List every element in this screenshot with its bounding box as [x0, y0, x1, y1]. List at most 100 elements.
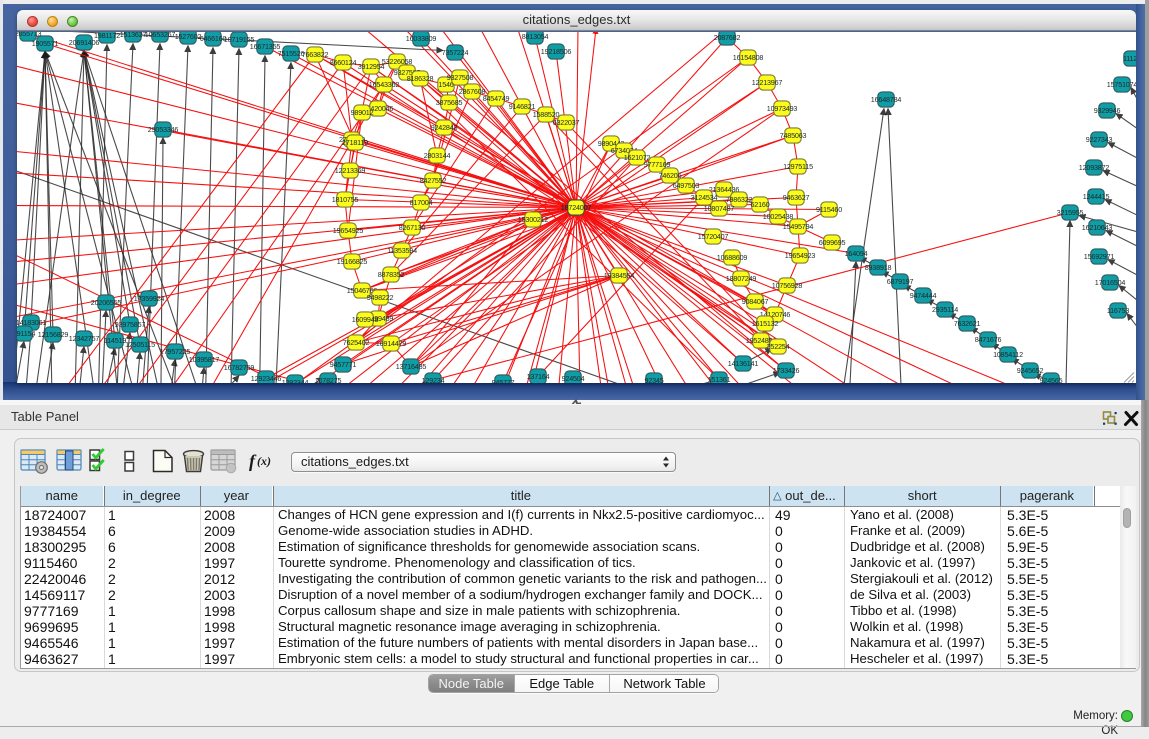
svg-text:62160: 62160	[751, 199, 770, 208]
svg-text:1609948: 1609948	[352, 314, 379, 323]
svg-text:16154808: 16154808	[733, 52, 764, 61]
svg-text:19654923: 19654923	[785, 250, 816, 259]
svg-text:6466160: 6466160	[200, 33, 227, 42]
svg-text:f: f	[249, 451, 257, 471]
svg-text:1733426: 1733426	[773, 365, 800, 374]
svg-text:9498222: 9498222	[367, 292, 394, 301]
svg-text:924504: 924504	[562, 373, 585, 382]
svg-text:1292344: 1292344	[282, 377, 309, 382]
svg-text:16033809: 16033809	[406, 33, 437, 42]
svg-text:164094: 164094	[845, 248, 868, 257]
svg-text:93975857: 93975857	[115, 319, 146, 328]
svg-text:116753: 116753	[1107, 305, 1129, 314]
svg-text:2087682: 2087682	[714, 32, 741, 41]
svg-text:15495794: 15495794	[783, 221, 814, 230]
svg-text:7632621: 7632621	[954, 318, 981, 327]
svg-text:12156829: 12156829	[38, 329, 69, 338]
svg-text:9474444: 9474444	[910, 290, 937, 299]
svg-text:10973493: 10973493	[767, 103, 798, 112]
svg-text:12923446: 12923446	[251, 373, 282, 382]
svg-text:1513627: 1513627	[120, 32, 147, 39]
svg-text:15720407: 15720407	[698, 231, 729, 240]
svg-text:10807487: 10807487	[704, 203, 735, 212]
svg-text:10025438: 10025438	[763, 211, 794, 220]
svg-text:6322037: 6322037	[553, 117, 580, 126]
svg-text:9245652: 9245652	[1017, 365, 1044, 374]
svg-text:9227343: 9227343	[1086, 134, 1113, 143]
svg-text:12505115: 12505115	[125, 339, 155, 348]
svg-text:29053346: 29053346	[148, 124, 179, 133]
svg-text:15751074: 15751074	[1107, 79, 1136, 88]
svg-text:8267130: 8267130	[399, 222, 426, 231]
svg-text:1810755: 1810755	[332, 194, 359, 203]
svg-text:10756928: 10756928	[772, 280, 803, 289]
svg-text:16671355: 16671355	[250, 41, 281, 50]
svg-text:3124534: 3124534	[691, 192, 718, 201]
svg-text:7625402: 7625402	[343, 337, 370, 346]
svg-text:(x): (x)	[257, 454, 271, 468]
svg-text:10395817: 10395817	[189, 354, 220, 363]
svg-text:8813054: 8813054	[522, 32, 549, 41]
svg-text:989012: 989012	[351, 107, 374, 116]
svg-text:924565: 924565	[1040, 375, 1063, 382]
svg-text:16543362: 16543362	[369, 79, 400, 88]
svg-text:17957225: 17957225	[160, 346, 191, 355]
svg-text:8427552: 8427552	[420, 175, 447, 184]
svg-text:1615132: 1615132	[752, 318, 779, 327]
svg-text:7357224: 7357224	[442, 47, 469, 56]
svg-text:1527602: 1527602	[175, 32, 202, 41]
svg-text:9327508: 9327508	[447, 72, 474, 81]
svg-text:8660124: 8660124	[330, 57, 357, 66]
svg-text:20206555: 20206555	[91, 297, 122, 306]
svg-text:16914479: 16914479	[376, 338, 407, 347]
svg-text:12975115: 12975115	[783, 161, 813, 170]
svg-text:19218506: 19218506	[541, 46, 572, 55]
svg-text:12093872: 12093872	[1079, 162, 1110, 171]
svg-text:817004: 817004	[410, 197, 433, 206]
svg-text:114519: 114519	[104, 335, 126, 344]
svg-text:3912954: 3912954	[358, 61, 385, 70]
svg-text:12213369: 12213369	[335, 165, 366, 174]
svg-text:7986322: 7986322	[726, 194, 753, 203]
svg-text:945777: 945777	[492, 377, 515, 382]
svg-text:3215955: 3215955	[1057, 207, 1084, 216]
svg-text:9457771: 9457771	[330, 359, 357, 368]
svg-text:1981172: 1981172	[94, 32, 120, 40]
svg-text:11123: 11123	[1123, 53, 1136, 62]
svg-text:1078275: 1078275	[315, 375, 342, 382]
svg-text:129234: 129234	[422, 375, 445, 382]
svg-text:2718119: 2718119	[342, 137, 368, 146]
svg-text:9115460: 9115460	[816, 204, 842, 213]
svg-text:12342757: 12342757	[69, 333, 100, 342]
svg-text:7663822: 7663822	[302, 49, 329, 58]
svg-text:6497503: 6497503	[673, 180, 700, 189]
svg-text:19166825: 19166825	[337, 256, 368, 265]
svg-text:7515526: 7515526	[278, 48, 305, 57]
svg-text:18807249: 18807249	[726, 273, 757, 282]
svg-text:19384554: 19384554	[604, 270, 635, 279]
svg-text:17359924: 17359924	[134, 293, 165, 302]
svg-text:10688609: 10688609	[717, 252, 748, 261]
svg-text:2935114: 2935114	[932, 304, 958, 313]
svg-text:9084067: 9084067	[742, 296, 769, 305]
svg-text:92345: 92345	[645, 375, 664, 382]
svg-text:1905571: 1905571	[32, 38, 59, 47]
svg-text:15300212: 15300212	[518, 214, 549, 223]
svg-text:391154: 391154	[17, 328, 35, 337]
svg-text:9242848: 9242848	[431, 122, 458, 131]
svg-text:9146821: 9146821	[509, 101, 536, 110]
svg-text:6099695: 6099695	[819, 237, 846, 246]
svg-text:6879197: 6879197	[887, 276, 914, 285]
svg-text:13716485: 13716485	[396, 361, 427, 370]
svg-text:15692971: 15692971	[1084, 251, 1115, 260]
svg-text:8186328: 8186328	[407, 73, 434, 82]
svg-text:252254: 252254	[767, 341, 790, 350]
svg-text:9463627: 9463627	[783, 192, 810, 201]
svg-text:1244415: 1244415	[1083, 191, 1110, 200]
svg-text:18724007: 18724007	[561, 202, 592, 211]
svg-text:151361: 151361	[708, 374, 731, 382]
svg-text:12213967: 12213967	[752, 77, 783, 86]
svg-text:19654925: 19654925	[333, 225, 364, 234]
svg-text:8454749: 8454749	[483, 93, 510, 102]
svg-text:9329946: 9329946	[1094, 105, 1121, 114]
